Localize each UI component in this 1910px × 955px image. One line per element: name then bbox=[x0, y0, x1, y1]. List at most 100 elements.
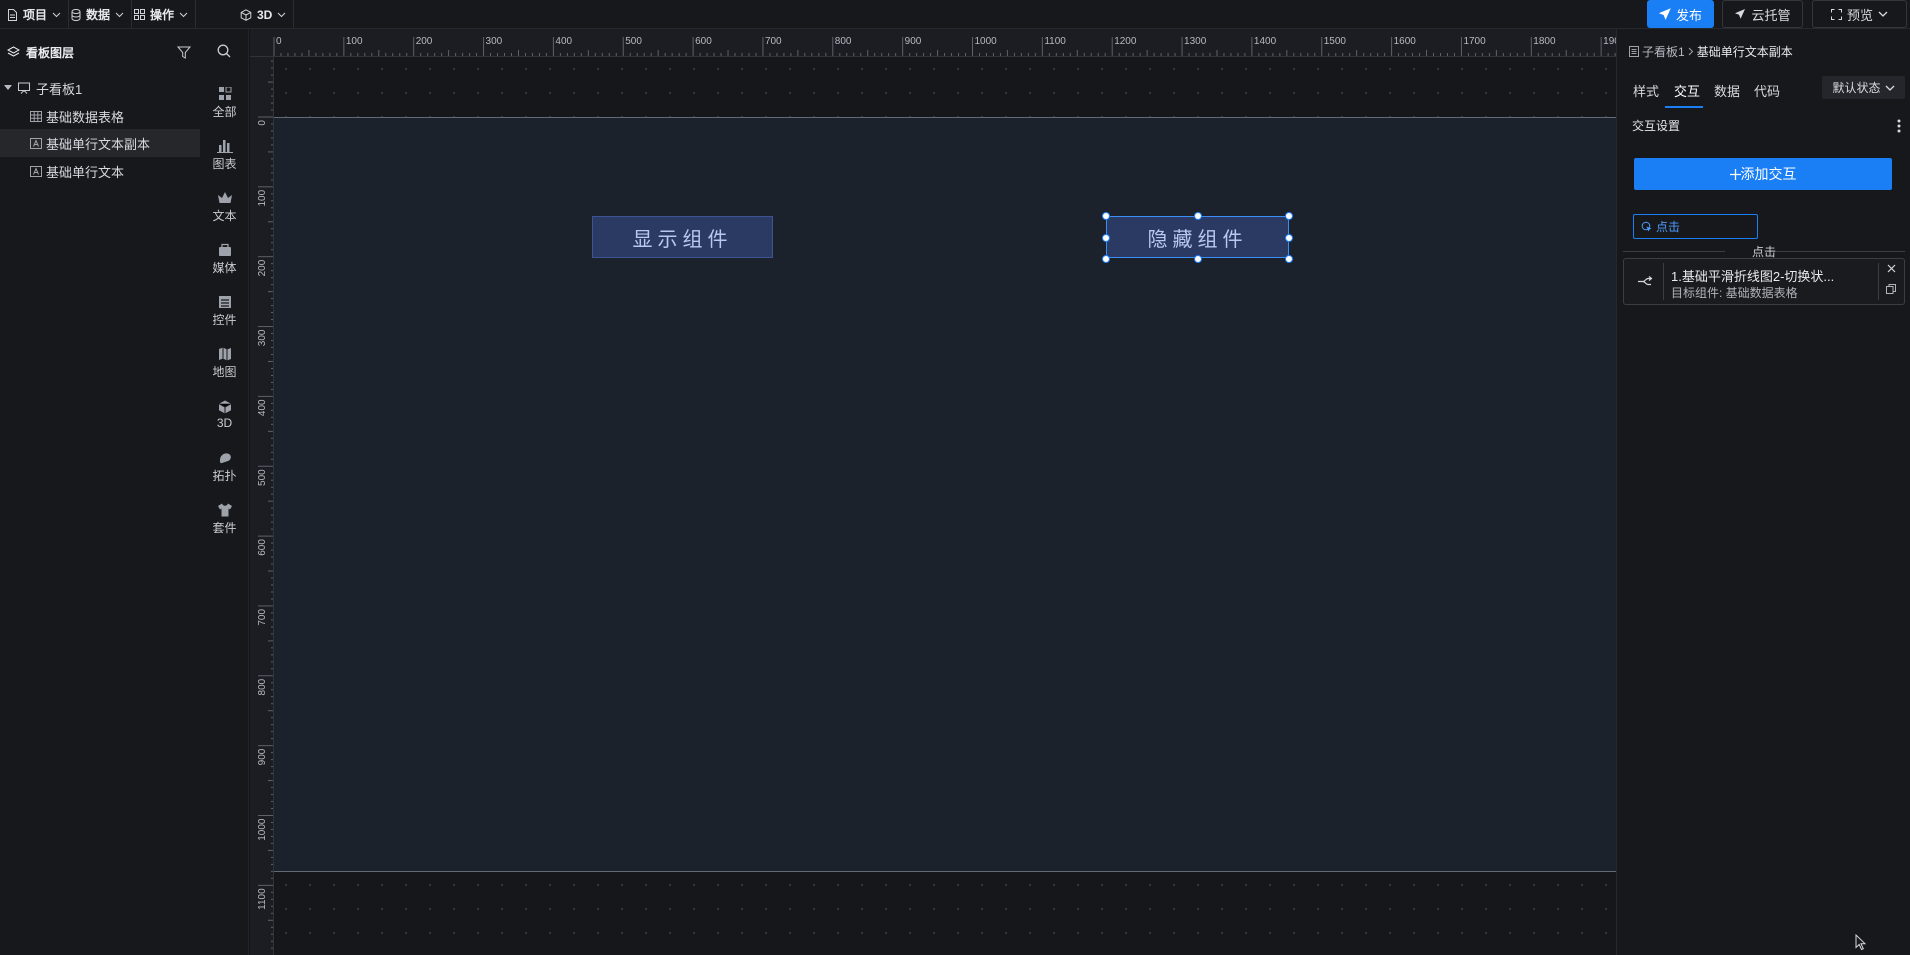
ruler-label: 200 bbox=[416, 36, 433, 47]
ruler-label: 1000 bbox=[975, 36, 998, 47]
interaction-action-card[interactable]: 1.基础平滑折线图2-切换状... 目标组件: 基础数据表格 bbox=[1623, 258, 1905, 305]
category-map[interactable]: 地图 bbox=[200, 340, 249, 386]
chevron-right-icon bbox=[1688, 47, 1693, 56]
properties-panel: 子看板1 基础单行文本副本 样式 交互 数据 代码 默认状态 交互设置 添加交互… bbox=[1616, 29, 1910, 955]
resize-handle[interactable] bbox=[1194, 212, 1202, 220]
category-control[interactable]: 控件 bbox=[200, 288, 249, 334]
database-icon bbox=[71, 8, 81, 21]
layer-item-selected[interactable]: 基础单行文本副本 bbox=[0, 129, 200, 157]
search-icon[interactable] bbox=[217, 44, 231, 58]
category-text[interactable]: 文本 bbox=[200, 184, 249, 230]
resize-handle[interactable] bbox=[1102, 234, 1110, 242]
map-icon bbox=[218, 347, 231, 360]
copy-icon[interactable] bbox=[1886, 284, 1896, 294]
table-icon bbox=[30, 110, 42, 122]
send-icon bbox=[1658, 8, 1671, 20]
divider bbox=[1878, 263, 1879, 300]
vertical-ruler: 0100200300400500600700800900100011001200 bbox=[250, 57, 274, 955]
cursor-icon bbox=[1855, 934, 1867, 950]
ruler-label: 600 bbox=[257, 539, 268, 556]
layer-item[interactable]: 基础单行文本 bbox=[0, 157, 200, 185]
layer-item[interactable]: 基础数据表格 bbox=[0, 102, 200, 130]
ruler-label: 0 bbox=[276, 36, 282, 47]
breadcrumb-parent[interactable]: 子看板1 bbox=[1642, 43, 1685, 60]
ruler-label: 1800 bbox=[1533, 36, 1556, 47]
crown-icon bbox=[217, 191, 232, 203]
ruler-label: 1400 bbox=[1254, 36, 1277, 47]
menu-data[interactable]: 数据 bbox=[64, 0, 133, 29]
text-icon bbox=[30, 165, 42, 177]
menu-3d[interactable]: 3D bbox=[233, 0, 295, 29]
ruler-label: 500 bbox=[257, 469, 268, 486]
branch-icon bbox=[1638, 276, 1653, 286]
ruler-label: 1700 bbox=[1463, 36, 1486, 47]
layers-panel: 看板图层 子看板1 基础数据表格 基础单行文本副本 基础单行文本 bbox=[0, 29, 200, 955]
preview-button[interactable]: 预览 bbox=[1812, 0, 1907, 28]
ruler-ticks: 0100200300400500600700800900100011001200 bbox=[257, 60, 273, 949]
resize-handle[interactable] bbox=[1285, 212, 1293, 220]
ruler-label: 900 bbox=[257, 748, 268, 765]
horizontal-ruler: 0 100 200 300 400 500 600 700 800 900 1000 1100 1200… bbox=[250, 29, 1616, 57]
tab-data[interactable]: 数据 bbox=[1714, 81, 1740, 100]
menu-project[interactable]: 项目 bbox=[0, 0, 70, 29]
ruler-label: 0 bbox=[257, 120, 268, 126]
canvas-workspace[interactable]: 显示组件 隐藏组件 bbox=[274, 57, 1616, 955]
resize-handle[interactable] bbox=[1102, 255, 1110, 263]
filter-icon[interactable] bbox=[177, 46, 191, 59]
tab-interaction[interactable]: 交互 bbox=[1674, 81, 1700, 100]
resize-handle[interactable] bbox=[1194, 255, 1202, 263]
ruler-label: 1100 bbox=[1044, 36, 1066, 47]
caret-down-icon bbox=[4, 85, 12, 90]
component-categories: 全部 图表 文本 媒体 控件 地图 3D 拓扑 套件 bbox=[200, 29, 249, 955]
category-chart[interactable]: 图表 bbox=[200, 132, 249, 178]
cube-icon bbox=[240, 8, 252, 21]
grid-icon bbox=[134, 9, 145, 20]
topology-icon bbox=[219, 452, 231, 463]
cloud-hosting-button[interactable]: 云托管 bbox=[1722, 0, 1803, 28]
ruler-label: 100 bbox=[346, 36, 363, 47]
category-topology[interactable]: 拓扑 bbox=[200, 444, 249, 490]
layer-group[interactable]: 子看板1 bbox=[0, 74, 200, 102]
bar-chart-icon bbox=[216, 139, 233, 153]
ruler-label: 700 bbox=[257, 609, 268, 626]
category-all[interactable]: 全部 bbox=[200, 80, 249, 126]
category-media[interactable]: 媒体 bbox=[200, 236, 249, 282]
publish-button[interactable]: 发布 bbox=[1647, 0, 1714, 28]
artboard[interactable]: 显示组件 隐藏组件 bbox=[274, 117, 1616, 872]
ruler-label: 400 bbox=[257, 399, 268, 416]
resize-handle[interactable] bbox=[1102, 212, 1110, 220]
ruler-label: 200 bbox=[257, 259, 268, 276]
close-icon[interactable] bbox=[1887, 264, 1896, 273]
ruler-label: 500 bbox=[625, 36, 642, 47]
category-kit[interactable]: 套件 bbox=[200, 496, 249, 542]
media-icon bbox=[218, 243, 231, 256]
layers-icon bbox=[7, 46, 20, 57]
ruler-label: 1500 bbox=[1324, 36, 1347, 47]
chevron-down-icon bbox=[1878, 11, 1888, 17]
resize-handle[interactable] bbox=[1285, 234, 1293, 242]
ruler-label: 700 bbox=[765, 36, 782, 47]
tab-style[interactable]: 样式 bbox=[1633, 81, 1659, 100]
ruler-label: 1000 bbox=[257, 818, 268, 841]
resize-handle[interactable] bbox=[1285, 255, 1293, 263]
layers-title: 看板图层 bbox=[26, 45, 75, 60]
state-select[interactable]: 默认状态 bbox=[1822, 76, 1905, 99]
hide-component-button[interactable]: 隐藏组件 bbox=[1106, 216, 1289, 258]
menu-operation[interactable]: 操作 bbox=[127, 0, 197, 29]
more-vertical-icon[interactable] bbox=[1897, 119, 1901, 133]
add-interaction-button[interactable]: 添加交互 bbox=[1634, 158, 1892, 190]
chevron-down-icon bbox=[277, 12, 286, 17]
active-tab-indicator bbox=[1665, 106, 1703, 108]
show-component-button[interactable]: 显示组件 bbox=[592, 216, 773, 258]
text-icon bbox=[30, 137, 42, 149]
breadcrumb: 子看板1 基础单行文本副本 bbox=[1629, 43, 1793, 60]
chevron-down-icon bbox=[1885, 85, 1894, 91]
trigger-click-tag[interactable]: 点击 bbox=[1633, 214, 1758, 239]
category-3d[interactable]: 3D bbox=[200, 392, 249, 438]
chevron-down-icon bbox=[179, 12, 188, 17]
ruler-label: 800 bbox=[835, 36, 852, 47]
tab-code[interactable]: 代码 bbox=[1754, 81, 1780, 100]
ruler-label: 1100 bbox=[257, 888, 268, 910]
top-toolbar: 项目 数据 操作 3D 发布 云托管 预览 bbox=[0, 0, 1910, 29]
interaction-settings-title: 交互设置 bbox=[1632, 119, 1681, 133]
